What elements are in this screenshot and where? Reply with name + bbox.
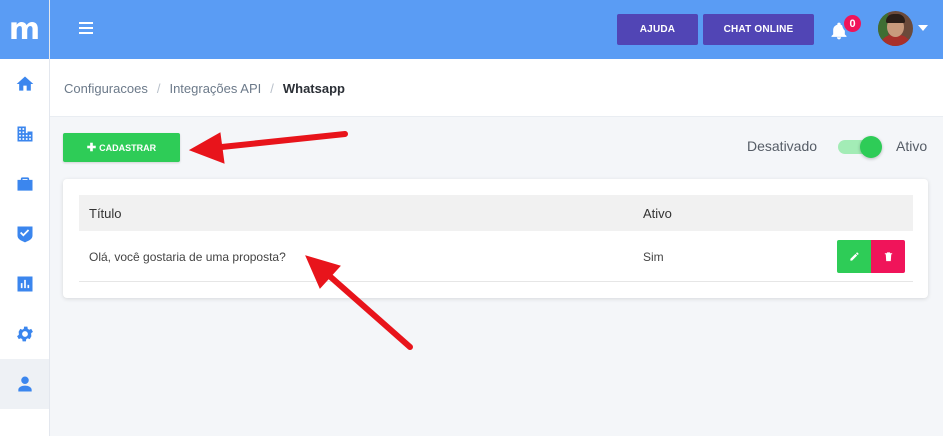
building-icon — [17, 126, 32, 142]
breadcrumb-item-integracoes[interactable]: Integrações API — [169, 81, 261, 96]
pencil-icon — [849, 252, 859, 261]
sidebar-item-buildings[interactable] — [0, 109, 49, 159]
messages-table: Título Ativo Olá, você gostaria de uma p… — [79, 195, 913, 282]
user-avatar[interactable] — [878, 11, 913, 46]
sidebar-item-users[interactable] — [0, 359, 49, 409]
add-button-label: CADASTRAR — [99, 142, 157, 153]
table-header: Título Ativo — [79, 195, 913, 231]
row-active-cell: Sim — [643, 250, 664, 264]
breadcrumb-item-configuracoes[interactable]: Configuracoes — [64, 81, 148, 96]
toggle-knob — [860, 136, 882, 158]
breadcrumb-bar: Configuracoes / Integrações API / Whatsa… — [50, 59, 943, 117]
column-header-active: Ativo — [643, 206, 672, 221]
sidebar-item-portfolio[interactable] — [0, 159, 49, 209]
breadcrumb: Configuracoes / Integrações API / Whatsa… — [64, 81, 345, 96]
shield-check-icon — [17, 226, 32, 243]
content-card: Título Ativo Olá, você gostaria de uma p… — [63, 179, 928, 298]
app-logo[interactable]: m — [0, 0, 49, 59]
home-icon — [16, 76, 33, 91]
gear-icon — [16, 326, 33, 342]
top-bar: AJUDA CHAT ONLINE 0 — [50, 0, 943, 59]
sidebar-item-home[interactable] — [0, 59, 49, 109]
help-button[interactable]: AJUDA — [617, 14, 698, 45]
trash-icon — [884, 252, 892, 262]
toggle-on-label: Ativo — [896, 138, 928, 154]
chevron-down-icon[interactable] — [918, 25, 928, 31]
breadcrumb-current: Whatsapp — [282, 81, 345, 96]
sidebar-item-settings[interactable] — [0, 309, 49, 359]
sidebar: m — [0, 0, 50, 436]
user-icon — [17, 376, 32, 392]
column-header-title: Título — [89, 206, 122, 221]
plus-icon: ✚ — [86, 142, 97, 154]
hamburger-menu-icon[interactable] — [79, 22, 93, 36]
sidebar-item-tasks[interactable] — [0, 209, 49, 259]
annotation-arrow-add — [188, 131, 348, 164]
briefcase-icon — [17, 177, 32, 191]
breadcrumb-separator: / — [156, 81, 161, 96]
bar-chart-icon — [17, 276, 32, 292]
add-button[interactable]: ✚ CADASTRAR — [63, 133, 180, 162]
delete-button[interactable] — [871, 240, 905, 273]
active-toggle[interactable] — [838, 136, 884, 158]
row-title-cell: Olá, você gostaria de uma proposta? — [89, 250, 286, 264]
table-row: Olá, você gostaria de uma proposta? Sim — [79, 231, 913, 282]
logo-text: m — [8, 11, 41, 47]
sidebar-item-reports[interactable] — [0, 259, 49, 309]
edit-button[interactable] — [837, 240, 871, 273]
notification-count-badge: 0 — [842, 13, 863, 34]
toggle-off-label: Desativado — [747, 138, 818, 154]
chat-online-button[interactable]: CHAT ONLINE — [703, 14, 814, 45]
breadcrumb-separator: / — [270, 81, 274, 96]
